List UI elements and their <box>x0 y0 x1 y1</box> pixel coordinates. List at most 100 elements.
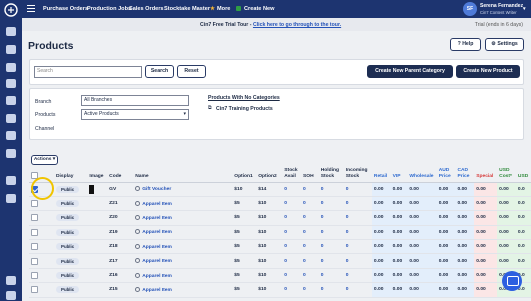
inc-cell[interactable]: 0 <box>343 268 372 284</box>
header-vip[interactable]: VIP <box>390 164 408 183</box>
gear-icon[interactable] <box>135 258 141 264</box>
cart-icon[interactable] <box>6 96 16 105</box>
header-incoming-stock[interactable]: Incoming Stock <box>343 164 372 183</box>
avail-cell[interactable]: 0 <box>282 239 302 255</box>
table-row[interactable]: Public Z17 Apparel Item $5 $10 0 0 0 0 0.00 0.00 0.… <box>29 253 531 269</box>
header-special[interactable]: Special <box>474 164 498 183</box>
create-parent-category-button[interactable]: Create New Parent Category <box>367 65 453 78</box>
chart-icon[interactable] <box>6 79 16 88</box>
gear-icon[interactable] <box>135 200 141 206</box>
avail-cell[interactable]: 0 <box>282 210 302 226</box>
product-thumbnail[interactable] <box>89 184 95 194</box>
soh-cell[interactable]: 0 <box>301 210 319 226</box>
soh-cell[interactable]: 0 <box>301 182 319 197</box>
nav-stocktake-master[interactable]: Stocktake Master <box>164 6 210 12</box>
header-retail[interactable]: Retail <box>371 164 391 183</box>
header-option2[interactable]: Option2 <box>256 164 283 183</box>
product-name-link[interactable]: Apparel Item <box>142 288 172 293</box>
header-wholesale[interactable]: Wholesale <box>407 164 437 183</box>
inc-cell[interactable]: 0 <box>343 210 372 226</box>
gear-icon[interactable] <box>135 243 141 249</box>
search-input[interactable]: Search <box>34 66 142 78</box>
document-icon[interactable] <box>6 149 16 158</box>
tour-link[interactable]: Click here to go through to the tour. <box>253 22 341 28</box>
products-select[interactable]: Active Products ▾ <box>81 109 189 120</box>
help-button[interactable]: ? Help <box>450 38 481 51</box>
header-code[interactable]: Code <box>107 164 134 183</box>
avail-cell[interactable]: 0 <box>282 196 302 212</box>
hamburger-menu-icon[interactable] <box>27 5 35 12</box>
hold-cell[interactable]: 0 <box>318 253 344 269</box>
hold-cell[interactable]: 0 <box>318 182 344 197</box>
soh-cell[interactable]: 0 <box>301 239 319 255</box>
products-no-categories-link[interactable]: Products With No Categories <box>208 95 280 101</box>
nav-production-jobs[interactable]: Production Jobs <box>87 6 131 12</box>
inc-cell[interactable]: 0 <box>343 282 372 298</box>
avail-cell[interactable]: 0 <box>282 182 302 197</box>
header-soh[interactable]: SOH <box>301 164 319 183</box>
soh-cell[interactable]: 0 <box>301 253 319 269</box>
header-usd[interactable]: USD <box>515 164 531 183</box>
product-name-link[interactable]: Apparel Item <box>142 201 172 206</box>
header-stock-avail[interactable]: Stock Avail <box>282 164 302 183</box>
soh-cell[interactable]: 0 <box>301 268 319 284</box>
hold-cell[interactable]: 0 <box>318 268 344 284</box>
branch-field[interactable]: All Branches <box>81 95 189 106</box>
header-aud-price[interactable]: AUD Price <box>436 164 456 183</box>
gear-icon[interactable] <box>135 215 141 221</box>
hold-cell[interactable]: 0 <box>318 225 344 241</box>
nav-create-new[interactable]: Create New <box>244 6 274 12</box>
search-button[interactable]: Search <box>145 65 174 78</box>
settings-button[interactable]: ⚙ Settings <box>485 38 524 51</box>
inbox-icon[interactable] <box>6 194 16 203</box>
training-products-link[interactable]: Cin7 Training Products <box>216 106 273 112</box>
product-name-link[interactable]: Apparel Item <box>142 273 172 278</box>
soh-cell[interactable]: 0 <box>301 196 319 212</box>
row-checkbox[interactable] <box>31 286 38 294</box>
header-name[interactable]: Name <box>133 164 233 183</box>
table-row[interactable]: Public Z21 Apparel Item $5 $10 0 0 0 0 0.00 0.00 0.… <box>29 196 531 212</box>
gear-icon[interactable] <box>135 186 141 192</box>
header-usd-cost[interactable]: USD Cost* <box>497 164 516 183</box>
table-row[interactable]: Public Z20 Apparel Item $5 $10 0 0 0 0 0.00 0.00 0.… <box>29 210 531 226</box>
folder-icon[interactable] <box>6 63 16 72</box>
nav-sales-orders[interactable]: Sales Orders <box>129 6 164 12</box>
table-row[interactable]: Public Z16 Apparel Item $5 $10 0 0 0 0 0.00 0.00 0.… <box>29 268 531 284</box>
table-row[interactable]: Public Z15 Apparel Item $5 $10 0 0 0 0 0.00 0.00 0.… <box>29 282 531 298</box>
table-row[interactable]: Public Z19 Apparel Item $5 $10 0 0 0 0 0.00 0.00 0.… <box>29 225 531 241</box>
create-product-button[interactable]: Create New Product <box>456 65 520 78</box>
reset-button[interactable]: Reset <box>177 65 206 78</box>
nav-purchase-orders[interactable]: Purchase Orders <box>43 6 88 12</box>
hold-cell[interactable]: 0 <box>318 239 344 255</box>
gear-icon[interactable] <box>135 229 141 235</box>
product-name-link[interactable]: Apparel Item <box>142 216 172 221</box>
avatar[interactable]: SF <box>463 2 477 16</box>
contacts-icon[interactable] <box>6 45 16 54</box>
truck-icon[interactable] <box>6 131 16 140</box>
users-icon[interactable] <box>6 27 16 36</box>
row-checkbox[interactable] <box>31 243 38 251</box>
soh-cell[interactable]: 0 <box>301 225 319 241</box>
row-checkbox[interactable] <box>31 228 38 236</box>
table-row[interactable]: Public Z18 Apparel Item $5 $10 0 0 0 0 0.00 0.00 0.… <box>29 239 531 255</box>
inc-cell[interactable]: 0 <box>343 182 372 197</box>
chevron-down-icon[interactable]: ▾ <box>523 6 526 12</box>
avail-cell[interactable]: 0 <box>282 253 302 269</box>
row-checkbox[interactable] <box>31 200 38 208</box>
header-display[interactable]: Display <box>54 164 88 183</box>
header-cad-price[interactable]: CAD Price <box>455 164 475 183</box>
table-row[interactable]: Public GV Gift Voucher $10 $14 0 0 0 0 0.00 0.00 0.… <box>29 182 531 197</box>
product-name-link[interactable]: Apparel Item <box>142 230 172 235</box>
avail-cell[interactable]: 0 <box>282 282 302 298</box>
row-checkbox[interactable] <box>31 214 38 222</box>
avail-cell[interactable]: 0 <box>282 225 302 241</box>
hold-cell[interactable]: 0 <box>318 210 344 226</box>
product-name-link[interactable]: Apparel Item <box>142 259 172 264</box>
inc-cell[interactable]: 0 <box>343 196 372 212</box>
gear-icon[interactable] <box>135 272 141 278</box>
nav-more[interactable]: More <box>217 6 230 12</box>
header-option1[interactable]: Option1 <box>232 164 257 183</box>
row-checkbox[interactable] <box>31 257 38 265</box>
header-holding-stock[interactable]: Holding Stock <box>318 164 344 183</box>
inc-cell[interactable]: 0 <box>343 225 372 241</box>
